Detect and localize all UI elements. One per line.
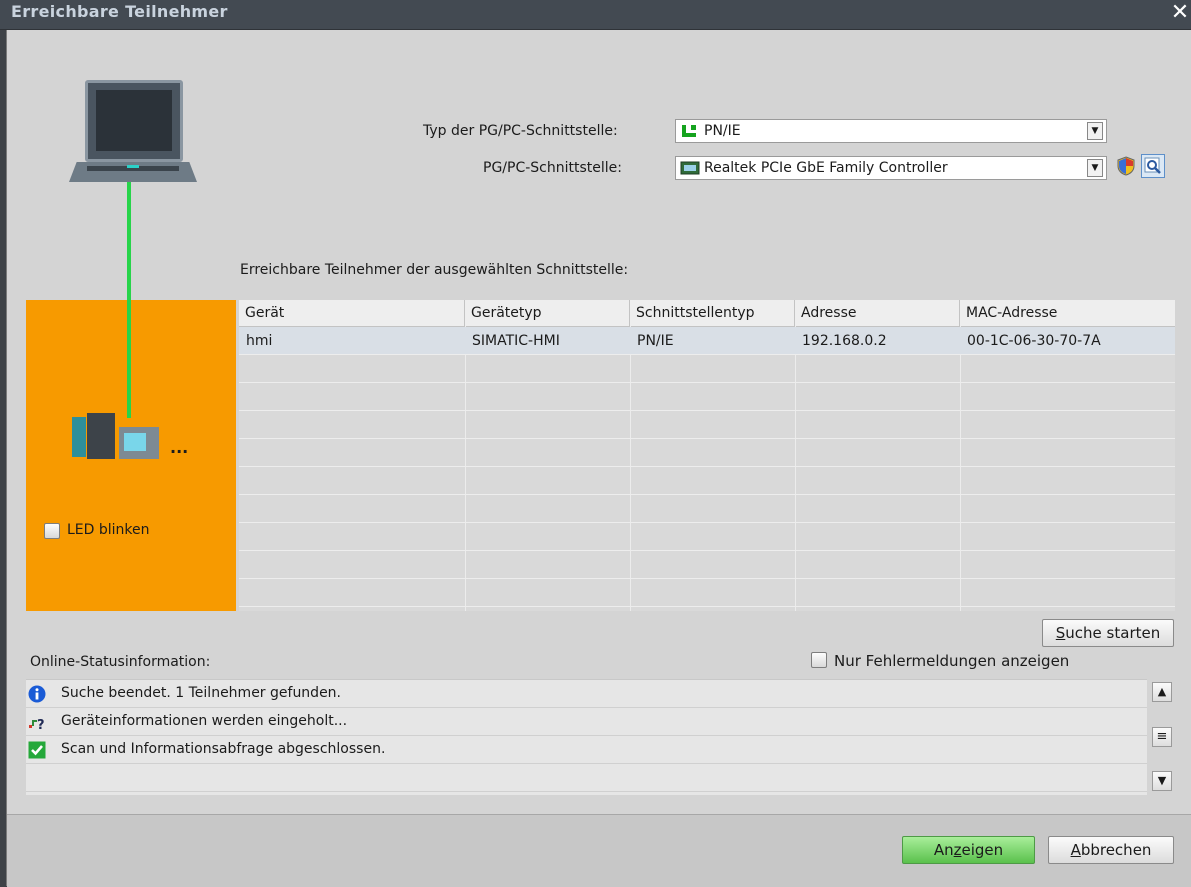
plc-cpu-icon: [87, 413, 115, 459]
interface-type-select[interactable]: PN/IE ▼: [675, 119, 1107, 143]
interface-value: Realtek PCIe GbE Family Controller: [704, 160, 948, 176]
column-header-address[interactable]: Adresse: [795, 300, 960, 326]
interface-select[interactable]: Realtek PCIe GbE Family Controller ▼: [675, 156, 1107, 180]
table-row-empty: [239, 383, 1175, 411]
chevron-down-icon[interactable]: ▼: [1087, 122, 1103, 140]
table-row-empty: [239, 439, 1175, 467]
table-row-empty: [239, 467, 1175, 495]
network-query-icon: ?: [29, 718, 45, 731]
shield-icon[interactable]: [1115, 155, 1137, 177]
table-row-empty: [239, 579, 1175, 607]
column-header-interface-type[interactable]: Schnittstellentyp: [630, 300, 795, 326]
table-row-empty: [239, 495, 1175, 523]
cell-mac-address: 00-1C-06-30-70-7A: [967, 333, 1101, 349]
search-accesskey: S: [1055, 624, 1066, 642]
info-icon: [28, 685, 46, 703]
show-label-part: An: [933, 841, 954, 859]
table-header: Gerät Gerätetyp Schnittstellentyp Adress…: [239, 300, 1175, 327]
log-entry: Suche beendet. 1 Teilnehmer gefunden.: [26, 680, 1147, 708]
status-info-label: Online-Statusinformation:: [30, 654, 211, 670]
led-blink-checkbox[interactable]: [44, 523, 60, 539]
status-log: Suche beendet. 1 Teilnehmer gefunden. ? …: [26, 679, 1147, 795]
log-entry-text: Scan und Informationsabfrage abgeschloss…: [61, 741, 386, 757]
more-devices-indicator: ...: [170, 438, 189, 457]
log-entry-empty: [26, 764, 1147, 792]
network-card-icon: [680, 161, 700, 175]
cancel-accesskey: A: [1070, 841, 1081, 859]
scroll-down-icon[interactable]: ▼: [1152, 771, 1172, 791]
table-row[interactable]: hmi SIMATIC-HMI PN/IE 192.168.0.2 00-1C-…: [239, 327, 1175, 355]
scroll-up-icon[interactable]: ▲: [1152, 682, 1172, 702]
log-entry-text: Suche beendet. 1 Teilnehmer gefunden.: [61, 685, 342, 701]
magnifier-icon: [1144, 157, 1161, 174]
column-header-device-type[interactable]: Gerätetyp: [465, 300, 630, 326]
devices-table: Gerät Gerätetyp Schnittstellentyp Adress…: [239, 300, 1175, 611]
interface-type-label: Typ der PG/PC-Schnittstelle:: [423, 123, 618, 139]
laptop-keyboard-icon: [69, 162, 197, 182]
show-label-part: eigen: [961, 841, 1004, 859]
interface-type-value: PN/IE: [704, 123, 741, 139]
cell-interface-type: PN/IE: [637, 333, 674, 349]
errors-only-label: Nur Fehlermeldungen anzeigen: [834, 652, 1070, 670]
table-caption: Erreichbare Teilnehmer der ausgewählten …: [240, 262, 629, 278]
errors-only-checkbox[interactable]: [811, 652, 827, 668]
table-row-empty: [239, 411, 1175, 439]
pg-pc-laptop-icon: [85, 80, 183, 162]
chevron-down-icon[interactable]: ▼: [1087, 159, 1103, 177]
close-icon[interactable]: ✕: [1169, 0, 1191, 28]
title-bar: Erreichbare Teilnehmer ✕: [0, 0, 1191, 30]
connection-line: [127, 182, 131, 418]
led-blink-label: LED blinken: [67, 522, 150, 538]
window-title: Erreichbare Teilnehmer: [11, 2, 228, 21]
cell-device: hmi: [246, 333, 273, 349]
column-header-mac-address[interactable]: MAC-Adresse: [960, 300, 1175, 326]
cell-address: 192.168.0.2: [802, 333, 887, 349]
log-entry: ? Geräteinformationen werden eingeholt..…: [26, 708, 1147, 736]
check-icon: [28, 741, 46, 759]
interface-label: PG/PC-Schnittstelle:: [483, 160, 622, 176]
svg-text:?: ?: [37, 718, 45, 731]
table-row-empty: [239, 523, 1175, 551]
column-header-device[interactable]: Gerät: [239, 300, 465, 326]
search-properties-button[interactable]: [1141, 154, 1165, 178]
scroll-thumb-icon[interactable]: ≡: [1152, 727, 1172, 747]
pn-ie-icon: [682, 125, 696, 137]
show-button[interactable]: Anzeigen: [902, 836, 1035, 864]
show-accesskey: z: [953, 841, 962, 859]
cell-device-type: SIMATIC-HMI: [472, 333, 560, 349]
dialog-footer: Anzeigen Abbrechen: [7, 814, 1191, 887]
log-entry-text: Geräteinformationen werden eingeholt...: [61, 713, 348, 729]
table-row-empty: [239, 355, 1175, 383]
cancel-button[interactable]: Abbrechen: [1048, 836, 1174, 864]
search-button-label: uche starten: [1065, 624, 1161, 642]
plc-module-icon: [72, 417, 86, 457]
dialog-body: Typ der PG/PC-Schnittstelle: PN/IE ▼ PG/…: [6, 30, 1191, 887]
log-entry: Scan und Informationsabfrage abgeschloss…: [26, 736, 1147, 764]
cancel-label-part: bbrechen: [1080, 841, 1152, 859]
table-row-empty: [239, 551, 1175, 579]
start-search-button[interactable]: Suche starten: [1042, 619, 1174, 647]
hmi-panel-icon: [119, 427, 159, 459]
